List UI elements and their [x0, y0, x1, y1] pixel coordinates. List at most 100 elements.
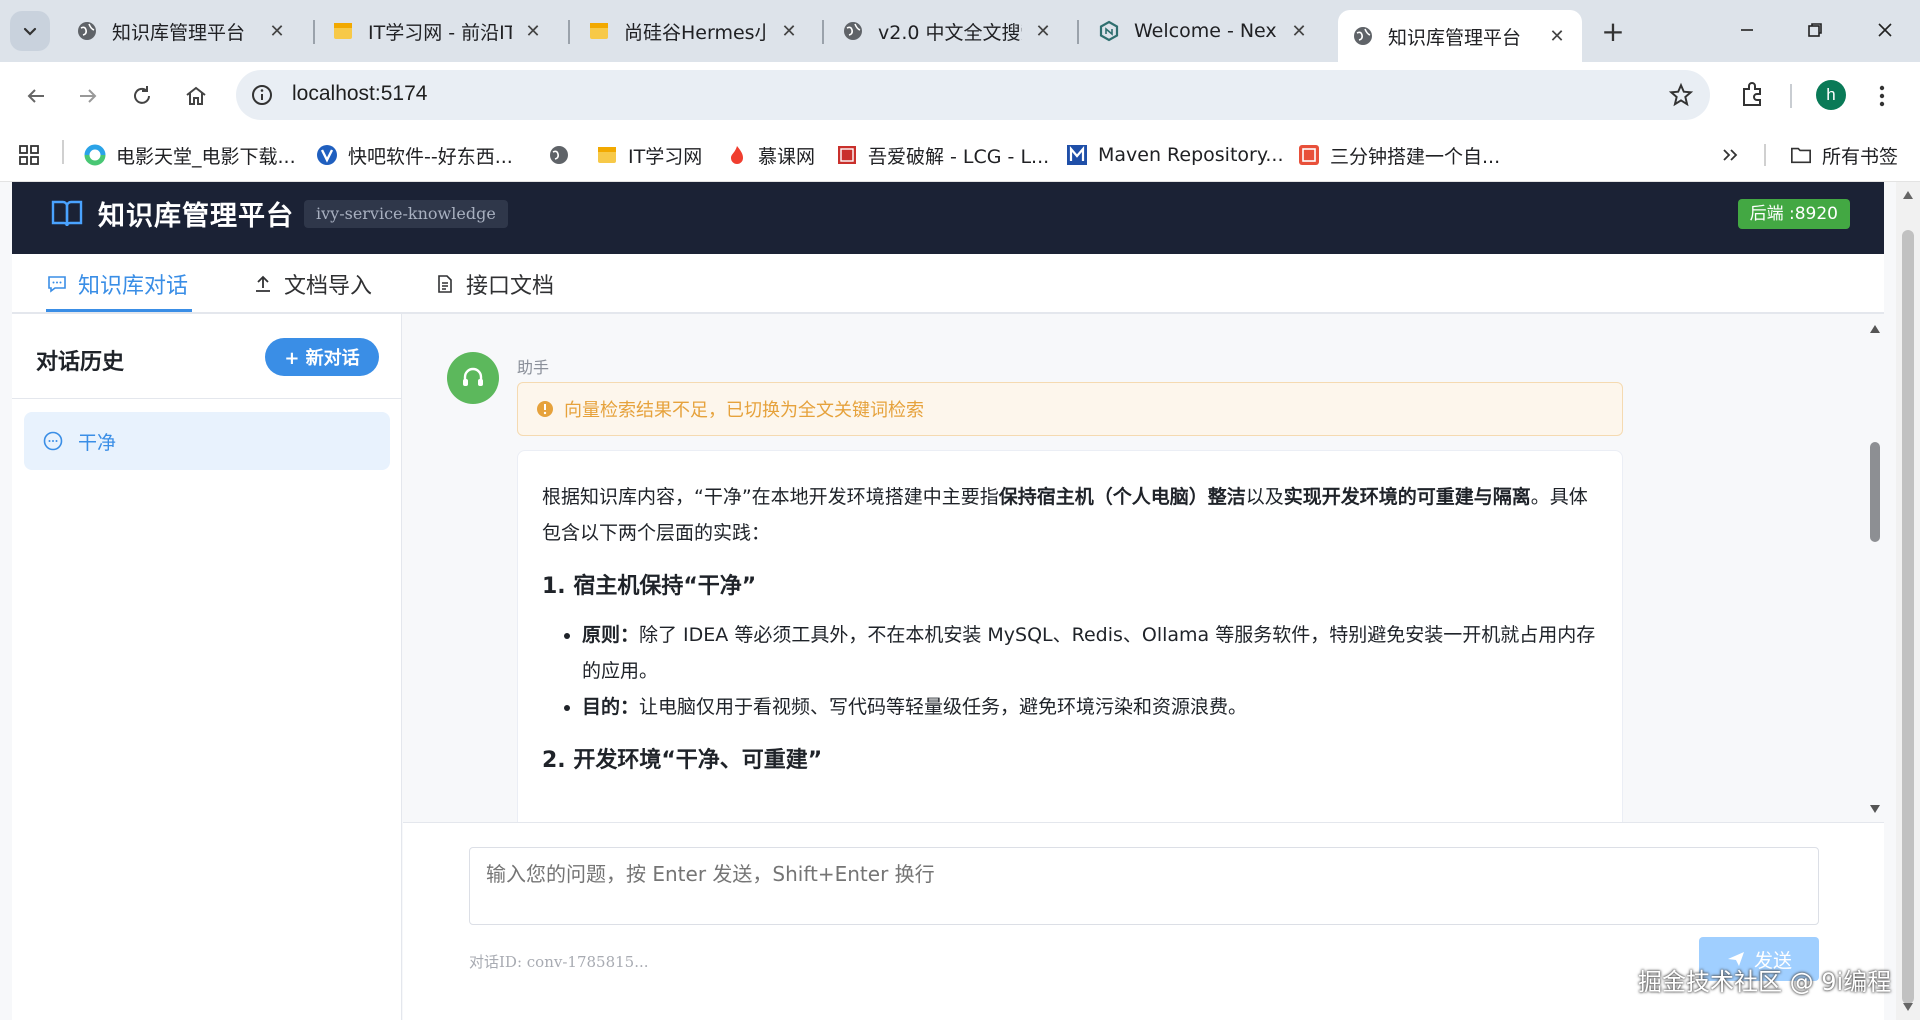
address-bar[interactable]: localhost:5174: [236, 70, 1710, 120]
browser-tab-3[interactable]: 尚硅谷Hermes小E ✕: [574, 10, 814, 52]
all-bookmarks-button[interactable]: 所有书签: [1790, 140, 1898, 170]
upload-icon: [252, 273, 274, 295]
globe-icon: [548, 144, 570, 166]
sidebar-divider: [12, 398, 402, 399]
bookmark-item[interactable]: IT学习网: [596, 140, 702, 170]
close-icon[interactable]: ✕: [1546, 25, 1568, 47]
close-icon[interactable]: ✕: [778, 20, 800, 42]
tab-import[interactable]: 文档导入: [252, 266, 372, 302]
more-vert-icon[interactable]: [1870, 82, 1894, 110]
close-icon[interactable]: ✕: [1288, 20, 1310, 42]
chevron-down-icon: [23, 27, 37, 36]
bookmark-item[interactable]: 快吧软件--好东西...: [316, 140, 513, 170]
bookmark-label: 慕课网: [758, 145, 816, 168]
close-icon[interactable]: ✕: [522, 20, 544, 42]
restore-icon: [1808, 23, 1822, 37]
watermark: 掘金技术社区 @ 9i编程: [1638, 968, 1892, 996]
bookmark-item[interactable]: 三分钟搭建一个自...: [1298, 140, 1500, 170]
bookmark-item[interactable]: 吾爱破解 - LCG - L...: [836, 140, 1049, 170]
forward-button[interactable]: [68, 76, 108, 116]
browser-tab-2[interactable]: IT学习网 - 前沿IT扌 ✕: [318, 10, 558, 52]
minimize-icon: [1741, 29, 1753, 31]
home-button[interactable]: [176, 76, 216, 116]
tab-title: 知识库管理平台: [112, 21, 246, 44]
close-icon[interactable]: ✕: [266, 20, 288, 42]
tab-api-docs[interactable]: 接口文档: [434, 266, 554, 302]
jian-icon: [1298, 144, 1320, 166]
browser-tab-strip: 知识库管理平台 ✕ IT学习网 - 前沿IT扌 ✕ 尚硅谷Hermes小E ✕ …: [0, 0, 1920, 62]
toolbar-divider: [1790, 84, 1792, 108]
globe-icon: [76, 20, 98, 42]
apps-button[interactable]: [18, 140, 40, 170]
scroll-down-icon[interactable]: [1869, 804, 1881, 814]
browser-tab-active[interactable]: 知识库管理平台 ✕: [1338, 10, 1582, 62]
bookmarks-bar: 电影天堂_电影下载... 快吧软件--好东西... IT学习网 慕课网 吾爱破解…: [0, 128, 1920, 182]
browser-tab-4[interactable]: v2.0 中文全文搜索 ✕: [828, 10, 1068, 52]
tab-label: 接口文档: [466, 274, 555, 299]
flame-icon: [726, 144, 748, 166]
page-scrollbar[interactable]: [1896, 182, 1920, 1020]
arrow-right-icon: [80, 89, 97, 103]
back-button[interactable]: [16, 76, 56, 116]
nexus-icon: [1098, 20, 1120, 42]
bookmark-label: 所有书签: [1822, 145, 1899, 168]
answer-intro: 根据知识库内容，“干净”在本地开发环境搭建中主要指保持宿主机（个人电脑）整洁以及…: [542, 486, 1588, 544]
new-tab-button[interactable]: +: [1596, 14, 1630, 48]
grid-icon: [19, 145, 39, 165]
conversation-id: 对话ID: conv-1785815...: [469, 953, 649, 971]
tab-separator: [568, 20, 570, 44]
close-icon[interactable]: ✕: [1032, 20, 1054, 42]
new-chat-button[interactable]: + 新对话: [265, 338, 379, 376]
tab-search-button[interactable]: [10, 11, 50, 51]
bookmark-item[interactable]: 电影天堂_电影下载...: [84, 140, 296, 170]
bookmarks-divider: [1764, 144, 1766, 166]
browser-tab-5[interactable]: Welcome - Nexu ✕: [1084, 10, 1324, 52]
tab-chat[interactable]: 知识库对话: [46, 266, 188, 302]
sidebar-title: 对话历史: [36, 350, 125, 375]
scroll-down-icon[interactable]: [1902, 1002, 1914, 1012]
tab-title: 尚硅谷Hermes小E: [624, 21, 768, 44]
page-scroll-thumb[interactable]: [1902, 230, 1914, 1004]
bookmark-item[interactable]: [548, 140, 580, 170]
main-tabs: 知识库对话 文档导入 接口文档: [12, 254, 1884, 314]
folder-icon: [588, 20, 610, 42]
url-text[interactable]: localhost:5174: [292, 82, 427, 106]
reload-button[interactable]: [122, 76, 162, 116]
pojie-icon: [836, 144, 858, 166]
info-icon[interactable]: [250, 83, 274, 107]
message-sender: 助手: [517, 358, 550, 377]
conversation-item[interactable]: 干净: [24, 412, 390, 470]
v-icon: [316, 144, 338, 166]
document-icon: [434, 273, 456, 295]
folder-outline-icon: [1790, 144, 1812, 166]
answer-heading: 2. 开发环境“干净、可重建”: [542, 748, 823, 773]
scroll-up-icon[interactable]: [1902, 190, 1914, 200]
browser-tab-1[interactable]: 知识库管理平台 ✕: [62, 10, 302, 52]
star-icon[interactable]: [1668, 82, 1694, 108]
restore-button[interactable]: [1792, 8, 1838, 52]
profile-avatar[interactable]: h: [1816, 80, 1846, 110]
bookmark-label: 三分钟搭建一个自...: [1330, 145, 1501, 168]
globe-icon: [842, 20, 864, 42]
bookmark-item[interactable]: Maven Repository...: [1066, 140, 1284, 170]
bookmark-label: 电影天堂_电影下载...: [116, 145, 296, 168]
tab-label: 知识库对话: [78, 274, 189, 299]
movie-icon: [84, 144, 106, 166]
globe-icon: [1352, 25, 1374, 47]
chat-scrollbar[interactable]: [1865, 314, 1884, 822]
bookmark-item[interactable]: 慕课网: [726, 140, 815, 170]
chat-scroll-thumb[interactable]: [1870, 442, 1880, 542]
close-window-button[interactable]: [1862, 8, 1908, 52]
bookmarks-overflow-button[interactable]: [1720, 140, 1740, 170]
scroll-up-icon[interactable]: [1869, 324, 1881, 334]
book-icon: [51, 200, 83, 227]
minimize-button[interactable]: [1724, 8, 1770, 52]
list-item: 原则：除了 IDEA 等必须工具外，不在本机安装 MySQL、Redis、Oll…: [582, 617, 1598, 689]
extensions-icon[interactable]: [1736, 79, 1768, 111]
folder-icon: [596, 144, 618, 166]
question-input[interactable]: [469, 847, 1819, 925]
list-item: 目的：让电脑仅用于看视频、写代码等轻量级任务，避免环境污染和资源浪费。: [582, 689, 1598, 725]
bookmark-label: 快吧软件--好东西...: [348, 145, 513, 168]
service-tag: ivy-service-knowledge: [304, 200, 508, 228]
maven-icon: [1066, 144, 1088, 166]
